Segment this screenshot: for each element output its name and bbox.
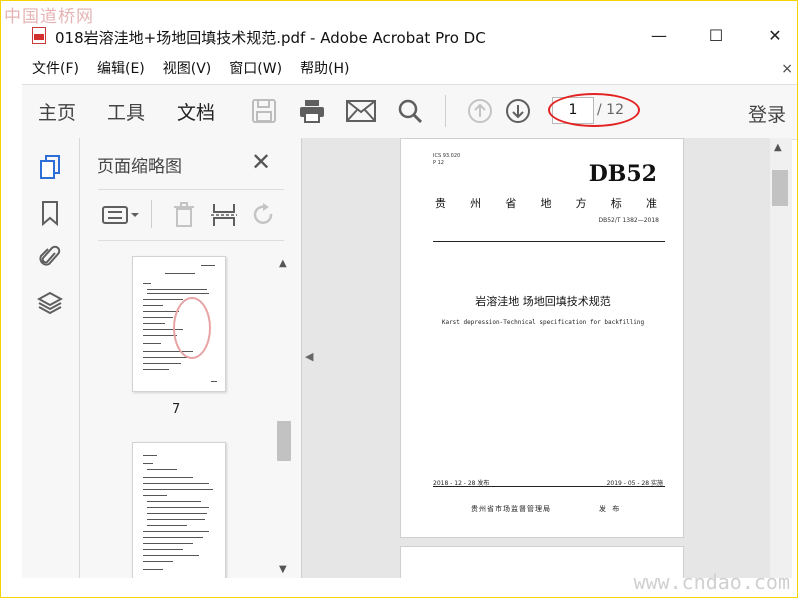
thumbnails-scroll-thumb[interactable] bbox=[277, 421, 291, 461]
left-rail bbox=[22, 138, 80, 578]
menu-edit[interactable]: 编辑(E) bbox=[95, 58, 154, 80]
email-icon[interactable] bbox=[345, 95, 377, 127]
scroll-down-icon[interactable]: ▼ bbox=[279, 564, 287, 575]
pages-icon[interactable] bbox=[37, 154, 63, 180]
page-down-icon[interactable] bbox=[502, 95, 534, 127]
stamp-mark bbox=[173, 297, 211, 359]
highlight-oval bbox=[548, 93, 640, 127]
close-document-button[interactable]: × bbox=[781, 58, 793, 80]
thumbnail-list: 7 bbox=[80, 244, 275, 578]
minimize-button[interactable]: — bbox=[644, 24, 674, 48]
print-icon[interactable] bbox=[296, 95, 328, 127]
crop-icon[interactable] bbox=[210, 202, 238, 228]
bookmark-icon[interactable] bbox=[37, 200, 63, 226]
document-view[interactable]: ◀ ICS 93.020 P 12 DB52 贵州省地方标准 DB52/T 138… bbox=[302, 138, 770, 578]
toolbar: 主页 工具 文档 1 / 12 登录 bbox=[22, 84, 798, 140]
thumbnails-panel: 页面缩略图 ✕ 7 ▲ ▼ bbox=[80, 138, 302, 578]
watermark-bottom: www.cndao.com bbox=[633, 570, 790, 594]
tab-document[interactable]: 文档 bbox=[177, 98, 215, 125]
pdf-file-icon bbox=[32, 27, 46, 44]
menu-view[interactable]: 视图(V) bbox=[161, 58, 221, 80]
top-rule bbox=[433, 241, 665, 242]
toolbar-divider bbox=[445, 95, 446, 127]
rotate-icon[interactable] bbox=[250, 202, 278, 228]
publish-label: 发 布 bbox=[599, 505, 622, 513]
maximize-button[interactable]: ☐ bbox=[701, 24, 731, 48]
scroll-up-icon[interactable]: ▲ bbox=[279, 258, 287, 269]
thumbnails-toolbar bbox=[98, 189, 284, 241]
thumbnail-page-8[interactable] bbox=[132, 442, 226, 578]
search-icon[interactable] bbox=[394, 95, 426, 127]
ics-code: ICS 93.020 P 12 bbox=[433, 153, 461, 166]
db-code: DB52 bbox=[588, 161, 657, 187]
document-title: 岩溶洼地 场地回填技术规范 bbox=[475, 295, 611, 308]
thumbnails-title: 页面缩略图 bbox=[97, 157, 182, 177]
english-title: Karst depression-Technical specification… bbox=[441, 319, 645, 326]
thumbnail-page-7[interactable] bbox=[132, 256, 226, 392]
window-title: 018岩溶洼地+场地回填技术规范.pdf - Adobe Acrobat Pro… bbox=[55, 29, 486, 47]
tab-home[interactable]: 主页 bbox=[38, 98, 76, 125]
doc-scroll-up-icon[interactable]: ▲ bbox=[774, 142, 782, 153]
standard-code: DB52/T 1382—2018 bbox=[598, 217, 659, 224]
thumbnails-close-button[interactable]: ✕ bbox=[251, 148, 271, 176]
thumbnails-scrollbar[interactable]: ▲ ▼ bbox=[275, 244, 293, 578]
close-window-button[interactable]: ✕ bbox=[760, 24, 790, 48]
thumbnail-page-number: 7 bbox=[172, 402, 181, 417]
collapse-panel-icon[interactable]: ◀ bbox=[305, 350, 313, 363]
login-button[interactable]: 登录 bbox=[748, 100, 786, 127]
standard-type: 贵州省地方标准 bbox=[435, 197, 657, 210]
document-scroll-thumb[interactable] bbox=[772, 170, 788, 206]
tab-tools[interactable]: 工具 bbox=[107, 98, 145, 125]
issuer: 贵州省市场监督管理局 bbox=[471, 505, 551, 513]
bottom-rule bbox=[433, 486, 665, 487]
thumbnails-toolbar-divider bbox=[151, 200, 152, 228]
layers-icon[interactable] bbox=[37, 290, 63, 316]
menu-file[interactable]: 文件(F) bbox=[30, 58, 88, 80]
title-bar: 018岩溶洼地+场地回填技术规范.pdf - Adobe Acrobat Pro… bbox=[22, 24, 798, 50]
page-up-icon[interactable] bbox=[464, 95, 496, 127]
document-scrollbar[interactable]: ▲ bbox=[770, 138, 792, 578]
save-icon[interactable] bbox=[248, 95, 280, 127]
menu-bar: 文件(F) 编辑(E) 视图(V) 窗口(W) 帮助(H) bbox=[30, 58, 366, 80]
menu-help[interactable]: 帮助(H) bbox=[298, 58, 358, 80]
menu-window[interactable]: 窗口(W) bbox=[227, 58, 291, 80]
delete-icon[interactable] bbox=[170, 202, 198, 228]
options-icon[interactable] bbox=[100, 202, 140, 228]
attachment-icon[interactable] bbox=[37, 244, 63, 270]
document-page-1: ICS 93.020 P 12 DB52 贵州省地方标准 DB52/T 1382—… bbox=[400, 138, 684, 538]
